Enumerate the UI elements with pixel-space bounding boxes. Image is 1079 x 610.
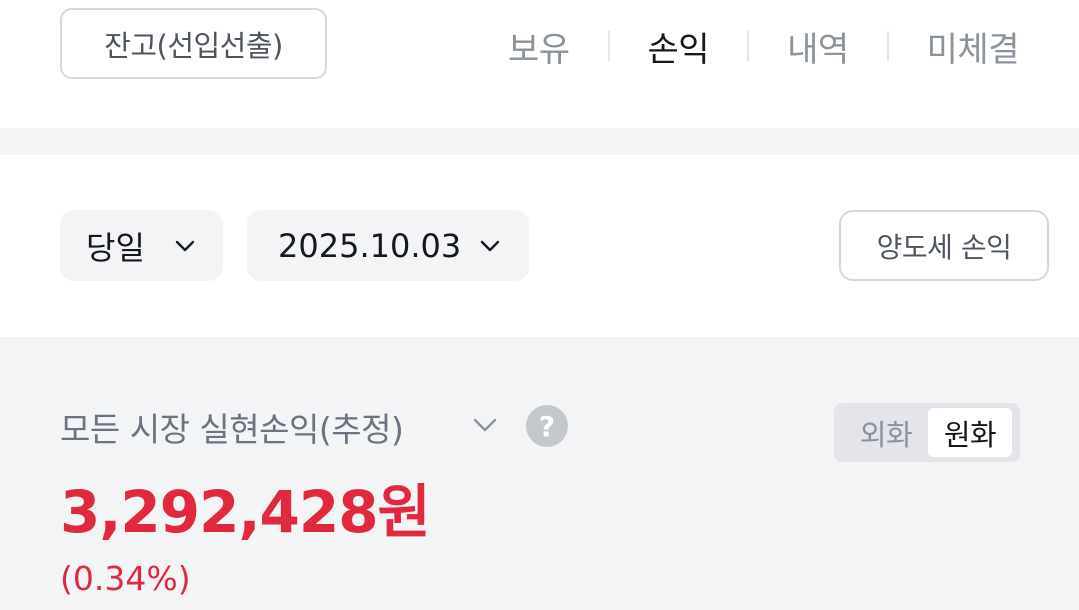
filter-bar: 당일 2025.10.03 양도세 손익 (0, 155, 1079, 337)
pnl-screen: 잔고(선입선출) 보유 손익 내역 미체결 당일 2025.10.03 양도세 … (0, 0, 1079, 610)
tab-profit-loss[interactable]: 손익 (648, 22, 710, 71)
currency-option-won[interactable]: 원화 (928, 408, 1012, 457)
realized-pnl-amount: 3,292,428원 (60, 478, 431, 546)
capital-gains-tax-button[interactable]: 양도세 손익 (839, 210, 1049, 281)
chevron-down-icon (480, 240, 500, 252)
currency-option-foreign[interactable]: 외화 (844, 408, 928, 457)
tab-divider (607, 31, 610, 61)
help-icon[interactable]: ? (526, 405, 568, 447)
top-header: 잔고(선입선출) 보유 손익 내역 미체결 (0, 0, 1079, 128)
tab-bar: 보유 손익 내역 미체결 (508, 18, 1020, 74)
section-divider (0, 128, 1079, 155)
tab-history[interactable]: 내역 (787, 22, 849, 71)
realized-pnl-percent: (0.34%) (60, 559, 191, 598)
period-label: 당일 (86, 228, 145, 267)
tab-holdings[interactable]: 보유 (508, 22, 570, 71)
pnl-summary: 모든 시장 실현손익(추정) ? 외화 원화 3,292,428원 (0.34%… (0, 337, 1079, 610)
date-label: 2025.10.03 (278, 226, 462, 265)
chevron-down-icon (175, 240, 195, 252)
currency-toggle: 외화 원화 (834, 403, 1020, 462)
date-select[interactable]: 2025.10.03 (247, 210, 529, 281)
balance-fifo-button[interactable]: 잔고(선입선출) (60, 8, 327, 79)
chevron-down-icon[interactable] (472, 414, 498, 436)
tab-divider (886, 31, 889, 61)
period-select[interactable]: 당일 (60, 210, 223, 281)
tab-divider (747, 31, 750, 61)
summary-title[interactable]: 모든 시장 실현손익(추정) (60, 403, 404, 451)
tab-unfilled[interactable]: 미체결 (927, 22, 1020, 71)
